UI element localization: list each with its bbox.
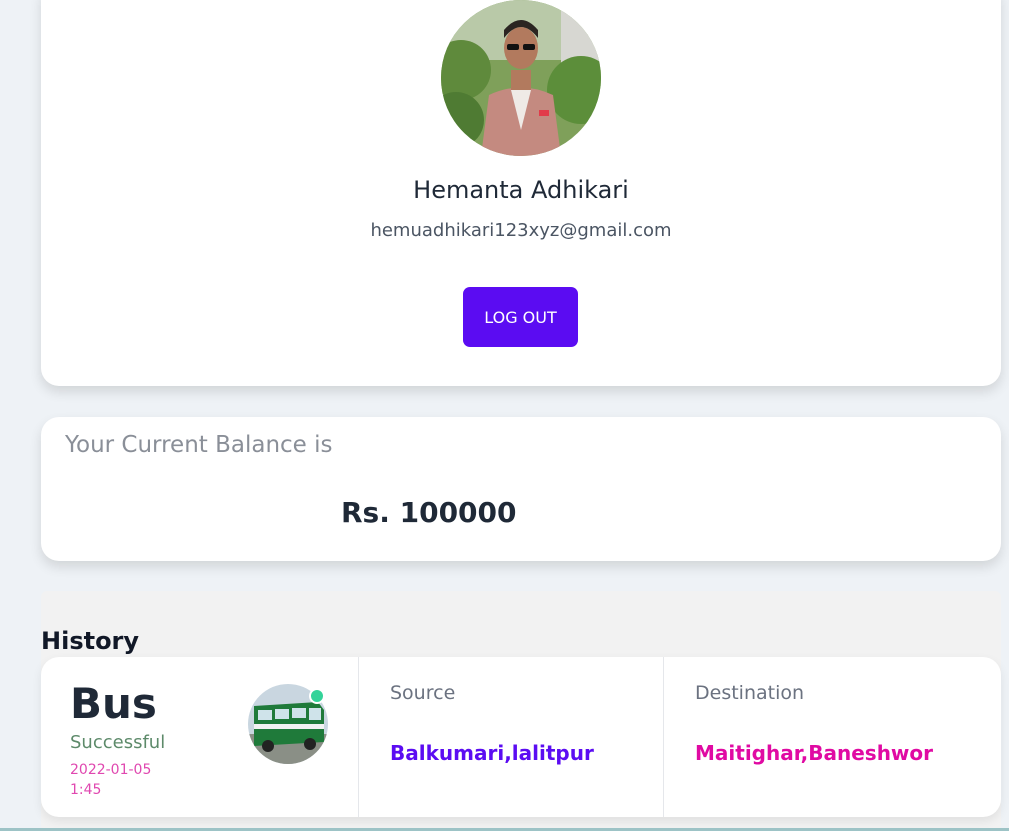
destination-value: Maitighar,Baneshwor [695,741,934,765]
profile-avatar [441,0,601,156]
profile-email: hemuadhikari123xyz@gmail.com [370,220,672,241]
logout-button[interactable]: LOG OUT [463,287,578,347]
source-label: Source [390,682,456,704]
transaction-datetime: 2022-01-05 1:45 [70,760,151,800]
transport-mode: Bus [70,679,157,728]
history-entry[interactable]: Bus Successful 2022-01-05 1:45 Source Ba… [41,657,1001,817]
profile-card: Hemanta Adhikari hemuadhikari123xyz@gmai… [41,0,1001,386]
history-section: History Bus Successful 2022-01-05 1:45 S… [41,591,1001,831]
column-divider [663,657,664,817]
history-title: History [41,627,140,655]
balance-card: Your Current Balance is Rs. 100000 [41,417,1001,561]
transaction-date: 2022-01-05 [70,762,152,778]
status-dot-icon [309,688,325,704]
transaction-time: 1:45 [70,782,102,798]
person-photo [441,0,601,156]
source-value: Balkumari,lalitpur [390,741,594,765]
destination-label: Destination [695,682,805,704]
transaction-status: Successful [70,732,166,753]
balance-label: Your Current Balance is [65,432,333,458]
balance-amount: Rs. 100000 [341,496,517,529]
column-divider [358,657,359,817]
profile-name: Hemanta Adhikari [413,176,629,204]
